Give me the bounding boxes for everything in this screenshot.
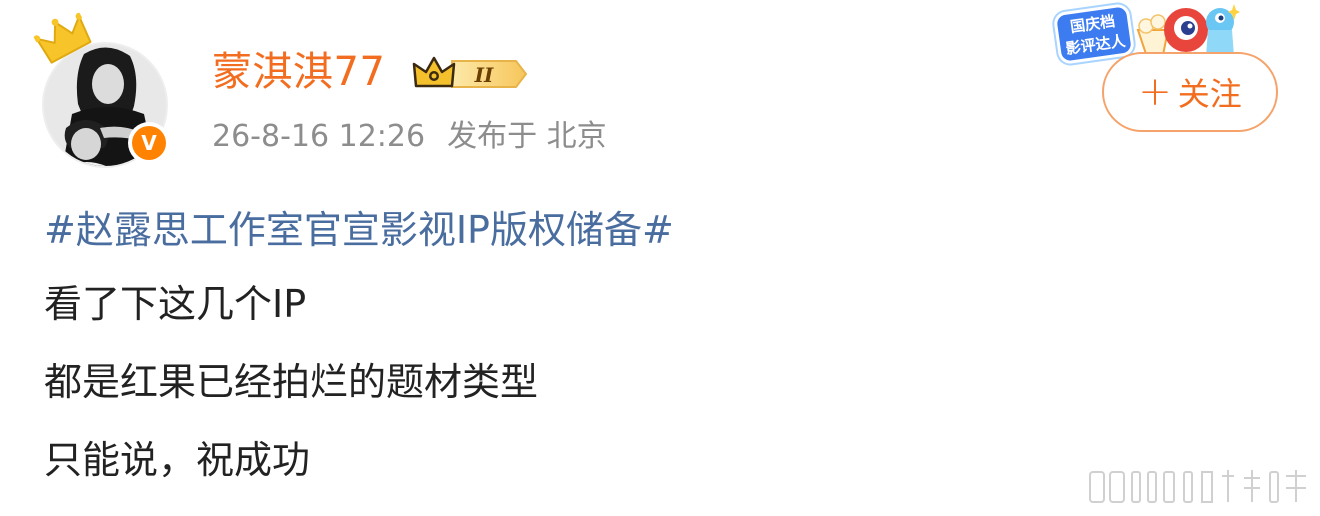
post-text-line: 只能说，祝成功 <box>44 438 311 482</box>
post-meta: 26-8-16 12:26 发布于 北京 <box>212 116 607 158</box>
avatar-container[interactable]: V <box>33 12 176 172</box>
crown-level-badge-icon[interactable]: II <box>412 52 528 96</box>
verified-badge: V <box>128 122 170 164</box>
post-location: 发布于 北京 <box>447 119 607 154</box>
verified-v-icon: V <box>132 126 166 160</box>
follow-button[interactable]: + 关注 <box>1102 52 1278 132</box>
post-time: 26-8-16 12:26 <box>212 119 426 154</box>
hashtag-link[interactable]: #赵露思工作室官宣影视IP版权储备# <box>44 204 1244 256</box>
post-content: #赵露思工作室官宣影视IP版权储备# 看了下这几个IP 都是红果已经拍烂的题材类… <box>44 204 1244 486</box>
follow-label: 关注 <box>1177 75 1242 113</box>
post-text-line: 都是红果已经拍烂的题材类型 <box>44 360 539 404</box>
level-text: II <box>474 63 494 87</box>
post-text-line: 看了下这几个IP <box>44 282 307 326</box>
plus-icon: + <box>1138 69 1172 115</box>
weibo-post-card: V 蒙淇淇77 II 26-8-16 12:26发布于 北京 国庆档 影评达人 <box>0 0 1320 516</box>
author-name[interactable]: 蒙淇淇77 <box>212 44 385 100</box>
weibo-watermark <box>1089 470 1306 503</box>
